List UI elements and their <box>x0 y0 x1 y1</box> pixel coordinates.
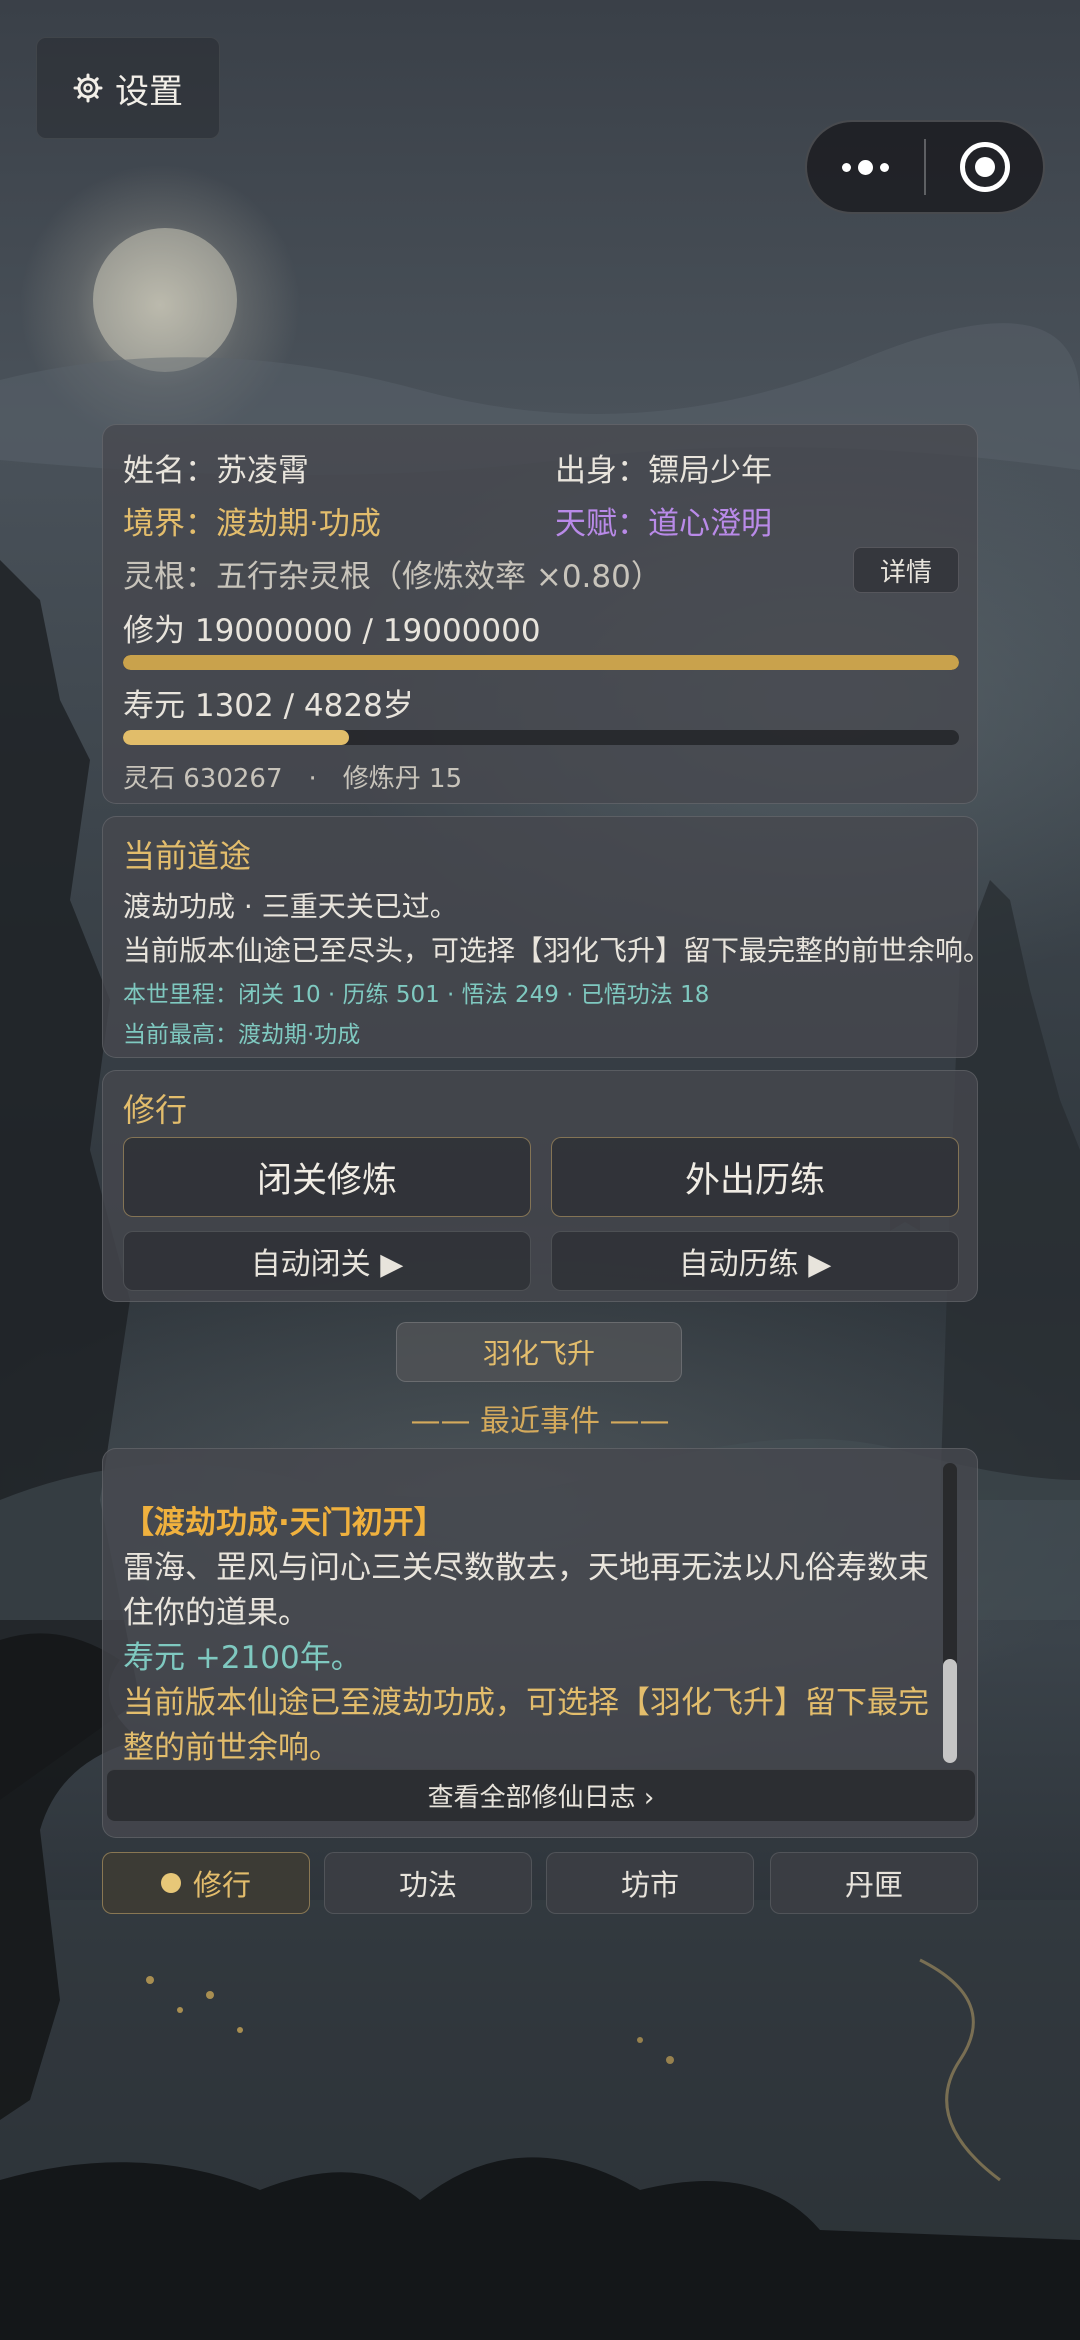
view-all-logs-button[interactable]: 查看全部修仙日志 › <box>107 1769 975 1821</box>
event-gain: 寿元 +2100年。 <box>123 1640 362 1676</box>
tab-practice[interactable]: 修行 <box>102 1852 310 1914</box>
cultivation-progress-fill <box>123 655 959 670</box>
tab-techniques-label: 功法 <box>398 1868 457 1902</box>
character-realm: 渡劫期·功成 <box>216 506 381 542</box>
rocks <box>0 2157 1080 2340</box>
more-dots-icon <box>842 159 889 175</box>
lifespan-progress-bar <box>123 730 959 745</box>
gear-icon <box>73 73 103 103</box>
character-origin: 镖局少年 <box>648 453 772 489</box>
recent-events-heading: —— 最近事件 —— <box>410 1404 670 1439</box>
realm-row: 境界：渡劫期·功成 <box>123 498 381 543</box>
tab-pill-box[interactable]: 丹匣 <box>770 1852 978 1914</box>
moon <box>93 228 237 372</box>
path-line-2: 当前版本仙途已至尽头，可选择【羽化飞升】留下最完整的前世余响。 <box>123 934 992 967</box>
auto-travel-button[interactable]: 自动历练 ▶ <box>551 1231 959 1291</box>
current-path-panel: 当前道途 渡劫功成 · 三重天关已过。 当前版本仙途已至尽头，可选择【羽化飞升】… <box>102 816 991 1058</box>
event-title: 【渡劫功成·天门初开】 <box>123 1505 445 1541</box>
miniprogram-capsule <box>805 120 1045 214</box>
ascend-button[interactable]: 羽化飞升 <box>396 1322 682 1382</box>
character-status-panel: 姓名：苏凌霄 出身：镖局少年 境界：渡劫期·功成 天赋：道心澄明 灵根：五行杂灵… <box>102 424 978 804</box>
character-name: 苏凌霄 <box>216 453 309 489</box>
spirit-root-value: 五行杂灵根（修炼效率 ×0.80） <box>216 559 662 595</box>
auto-seclusion-button[interactable]: 自动闭关 ▶ <box>123 1231 531 1291</box>
spirit-root-row: 灵根：五行杂灵根（修炼效率 ×0.80） <box>123 551 662 596</box>
path-milestones: 本世里程：闭关 10 · 历练 501 · 悟法 249 · 已悟功法 18 <box>123 982 710 1008</box>
origin-row: 出身：镖局少年 <box>555 445 772 490</box>
spirit-root-label: 灵根： <box>123 559 216 595</box>
resources-text: 灵石 630267 · 修炼丹 15 <box>123 764 463 794</box>
lifespan-text: 寿元 1302 / 4828岁 <box>123 688 414 724</box>
path-title: 当前道途 <box>123 837 252 875</box>
cultivation-text: 修为 19000000 / 19000000 <box>123 613 541 649</box>
water <box>0 1900 1080 2340</box>
name-label: 姓名： <box>123 453 216 489</box>
tab-practice-label: 修行 <box>192 1868 251 1902</box>
name-row: 姓名：苏凌霄 <box>123 445 309 490</box>
root-detail-button[interactable]: 详情 <box>853 547 959 593</box>
event-body: 雷海、罡风与问心三关尽数散去，天地再无法以凡俗寿数束住你的道果。 <box>123 1550 929 1631</box>
river-glint <box>919 1958 1001 2182</box>
path-highest: 当前最高：渡劫期·功成 <box>123 1022 361 1048</box>
character-talent: 道心澄明 <box>648 506 772 542</box>
seclusion-button[interactable]: 闭关修炼 <box>123 1137 531 1217</box>
realm-label: 境界： <box>123 506 216 542</box>
settings-label: 设置 <box>115 71 183 112</box>
event-log-panel[interactable]: 【渡劫功成·天门初开】 雷海、罡风与问心三关尽数散去，天地再无法以凡俗寿数束住你… <box>102 1448 978 1838</box>
active-dot-icon <box>160 1873 181 1893</box>
cultivation-progress-bar <box>123 655 959 670</box>
travel-button[interactable]: 外出历练 <box>551 1137 959 1217</box>
talent-row: 天赋：道心澄明 <box>555 498 772 543</box>
path-line-1: 渡劫功成 · 三重天关已过。 <box>123 890 458 923</box>
settings-button[interactable]: 设置 <box>36 37 220 139</box>
tab-techniques[interactable]: 功法 <box>324 1852 532 1914</box>
bottom-tab-bar: 修行 功法 坊市 丹匣 <box>102 1852 978 1914</box>
practice-panel: 修行 闭关修炼 外出历练 自动闭关 ▶ 自动历练 ▶ <box>102 1070 978 1302</box>
more-menu-button[interactable] <box>807 122 924 212</box>
tab-market-label: 坊市 <box>620 1868 679 1902</box>
practice-title: 修行 <box>123 1091 188 1129</box>
event-log-scrollbar[interactable] <box>943 1463 957 1763</box>
event-note: 当前版本仙途已至渡劫功成，可选择【羽化飞升】留下最完整的前世余响。 <box>123 1685 929 1766</box>
exit-target-icon <box>959 142 1010 192</box>
talent-label: 天赋： <box>555 506 648 542</box>
tab-market[interactable]: 坊市 <box>546 1852 754 1914</box>
lifespan-progress-fill <box>123 730 349 745</box>
close-miniprogram-button[interactable] <box>926 122 1043 212</box>
tab-pill-box-label: 丹匣 <box>844 1868 903 1902</box>
scrollbar-thumb[interactable] <box>943 1659 957 1763</box>
origin-label: 出身： <box>555 453 648 489</box>
